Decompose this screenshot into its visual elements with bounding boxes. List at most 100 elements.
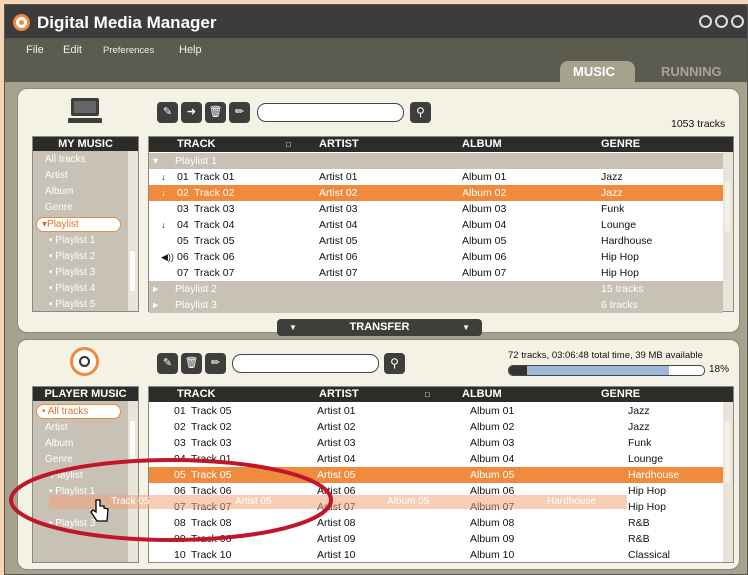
new-playlist-button[interactable]: ✎ bbox=[157, 353, 178, 374]
table-row[interactable]: ↓ 04 Track 04 Artist 04 Album 04 Lounge bbox=[149, 217, 723, 233]
status-icon: ↓ bbox=[161, 220, 166, 230]
player-scrollbar[interactable] bbox=[723, 402, 733, 562]
col-album[interactable]: ALBUM bbox=[462, 138, 502, 150]
table-row[interactable]: 01 Track 05 Artist 01 Album 01 Jazz bbox=[149, 403, 723, 419]
nav-playlist[interactable]: ▾Playlist bbox=[36, 217, 121, 232]
artist-name: Artist 05 bbox=[319, 235, 358, 247]
genre-name: Hardhouse bbox=[601, 235, 653, 247]
genre-name: Hardhouse bbox=[628, 469, 680, 481]
computer-icon bbox=[68, 98, 102, 123]
genre-name: Jazz bbox=[601, 187, 623, 199]
col-track[interactable]: TRACK bbox=[177, 138, 216, 150]
title-bar: Digital Media Manager bbox=[5, 5, 747, 38]
artist-name: Artist 01 bbox=[319, 171, 358, 183]
table-row[interactable]: 03 Track 03 Artist 03 Album 03 Funk bbox=[149, 201, 723, 217]
track-name: Track 03 bbox=[194, 203, 235, 215]
group-row-playlist-2[interactable]: ▸ Playlist 2 15 tracks bbox=[149, 281, 723, 297]
new-playlist-button[interactable]: ✎ bbox=[157, 102, 178, 123]
col-track[interactable]: TRACK bbox=[177, 388, 216, 400]
genre-name: Classical bbox=[628, 549, 671, 561]
delete-button[interactable]: 🗑 bbox=[205, 102, 226, 123]
genre-name: Jazz bbox=[628, 421, 650, 433]
tab-music[interactable]: MUSIC bbox=[560, 61, 635, 82]
track-number: 02 bbox=[177, 187, 189, 199]
group-row-playlist-1[interactable]: ▾ Playlist 1 bbox=[149, 153, 723, 169]
track-name: Track 05 bbox=[194, 235, 235, 247]
sort-icon[interactable]: □ bbox=[286, 140, 291, 149]
status-icon: ◀)) bbox=[161, 252, 174, 262]
library-scrollbar[interactable] bbox=[723, 152, 733, 311]
track-number: 07 bbox=[177, 267, 189, 279]
table-row[interactable]: ◀)) 06 Track 06 Artist 06 Album 06 Hip Hop bbox=[149, 249, 723, 265]
artist-name: Artist 02 bbox=[317, 421, 356, 433]
table-row[interactable]: 10 Track 10 Artist 10 Album 10 Classical bbox=[149, 547, 723, 563]
track-name: Track 05 bbox=[191, 405, 232, 417]
expand-icon: ▸ bbox=[153, 283, 159, 295]
table-row[interactable]: ↓ 01 Track 01 Artist 01 Album 01 Jazz bbox=[149, 169, 723, 185]
nav-playlist-3[interactable]: • Playlist 3 bbox=[33, 265, 128, 281]
device-status: 72 tracks, 03:06:48 total time, 39 MB av… bbox=[508, 350, 703, 361]
edit-button[interactable]: ✏ bbox=[229, 102, 250, 123]
minimize-button[interactable] bbox=[699, 15, 712, 28]
sort-icon[interactable]: □ bbox=[425, 390, 430, 399]
genre-name: Hip Hop bbox=[628, 501, 666, 513]
genre-name: Funk bbox=[601, 203, 625, 215]
col-artist[interactable]: ARTIST bbox=[319, 138, 359, 150]
track-number: 05 bbox=[177, 235, 189, 247]
menu-help[interactable]: Help bbox=[179, 44, 202, 56]
genre-name: Hip Hop bbox=[601, 251, 639, 263]
nav-playlist-5[interactable]: • Playlist 5 bbox=[33, 297, 128, 313]
col-genre[interactable]: GENRE bbox=[601, 138, 640, 150]
close-button[interactable] bbox=[731, 15, 744, 28]
tab-running[interactable]: RUNNING bbox=[661, 64, 722, 79]
search-icon[interactable]: ⚲ bbox=[410, 102, 431, 123]
track-name: Track 03 bbox=[191, 437, 232, 449]
nav-playlist-4[interactable]: • Playlist 4 bbox=[33, 281, 128, 297]
nav-album[interactable]: Album bbox=[33, 436, 128, 452]
edit-button[interactable]: ✏ bbox=[205, 353, 226, 374]
player-search-input[interactable] bbox=[232, 354, 379, 373]
search-icon[interactable]: ⚲ bbox=[384, 353, 405, 374]
nav-scrollbar[interactable] bbox=[128, 151, 138, 311]
chevron-down-icon: ▼ bbox=[462, 323, 470, 332]
table-row[interactable]: ↓ 02 Track 02 Artist 02 Album 02 Jazz bbox=[149, 185, 723, 201]
col-genre[interactable]: GENRE bbox=[601, 388, 640, 400]
album-name: Album 04 bbox=[462, 219, 507, 231]
nav-all-tracks[interactable]: • All tracks bbox=[36, 404, 121, 419]
menu-edit[interactable]: Edit bbox=[63, 44, 82, 56]
col-artist[interactable]: ARTIST bbox=[319, 388, 359, 400]
table-row[interactable]: 05 Track 05 Artist 05 Album 05 Hardhouse bbox=[149, 233, 723, 249]
nav-playlist-1[interactable]: • Playlist 1 bbox=[33, 233, 128, 249]
nav-album[interactable]: Album bbox=[33, 184, 128, 200]
storage-percent: 18% bbox=[709, 364, 730, 375]
nav-all-tracks[interactable]: All tracks bbox=[33, 152, 128, 168]
transfer-button[interactable]: ▼ TRANSFER ▼ bbox=[277, 319, 482, 336]
maximize-button[interactable] bbox=[715, 15, 728, 28]
nav-artist[interactable]: Artist bbox=[33, 420, 128, 436]
album-name: Album 04 bbox=[470, 453, 515, 465]
nav-playlist-2[interactable]: • Playlist 2 bbox=[33, 249, 128, 265]
menu-preferences[interactable]: Preferences bbox=[103, 45, 154, 56]
search-input[interactable] bbox=[257, 103, 404, 122]
app-title: Digital Media Manager bbox=[37, 13, 217, 32]
table-row[interactable]: 03 Track 03 Artist 03 Album 03 Funk bbox=[149, 435, 723, 451]
genre-name: Funk bbox=[628, 437, 652, 449]
album-name: Album 07 bbox=[462, 267, 507, 279]
menu-file[interactable]: File bbox=[26, 44, 44, 56]
add-to-playlist-button[interactable]: ➜ bbox=[181, 102, 202, 123]
library-table-header: TRACK □ ARTIST ALBUM GENRE bbox=[149, 137, 733, 152]
my-music-header: MY MUSIC bbox=[33, 137, 138, 151]
delete-button[interactable]: 🗑 bbox=[181, 353, 202, 374]
table-row[interactable]: 07 Track 07 Artist 07 Album 07 Hip Hop bbox=[149, 265, 723, 281]
genre-name: Lounge bbox=[601, 219, 637, 231]
expand-icon: ▸ bbox=[153, 299, 159, 311]
table-row[interactable]: 02 Track 02 Artist 02 Album 02 Jazz bbox=[149, 419, 723, 435]
my-music-panel: ✎ ➜ 🗑 ✏ ⚲ 1053 tracks MY MUSIC All track… bbox=[17, 88, 740, 333]
player-music-header: PLAYER MUSIC bbox=[33, 387, 138, 401]
nav-artist[interactable]: Artist bbox=[33, 168, 128, 184]
col-album[interactable]: ALBUM bbox=[462, 388, 502, 400]
track-name: Track 06 bbox=[194, 251, 235, 263]
nav-genre[interactable]: Genre bbox=[33, 200, 128, 216]
track-count: 1053 tracks bbox=[671, 118, 726, 130]
group-row-playlist-3[interactable]: ▸ Playlist 3 6 tracks bbox=[149, 297, 723, 313]
